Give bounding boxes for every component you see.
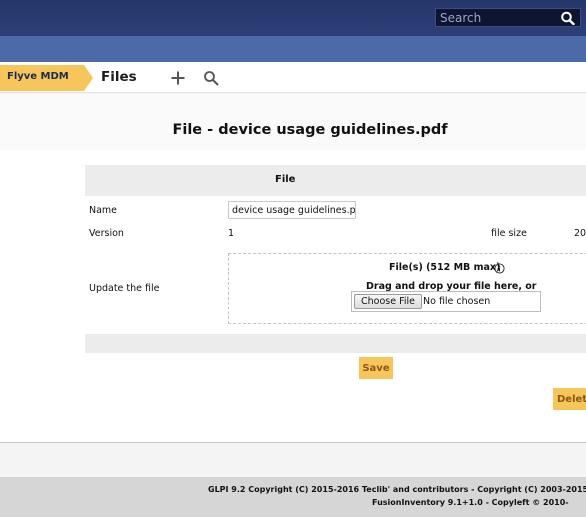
file-dropzone[interactable]: File(s) (512 MB max) Drag and drop your …	[228, 253, 586, 324]
version-value: 1	[228, 228, 235, 239]
global-search	[435, 8, 581, 27]
file-input[interactable]: Choose File No file chosen	[351, 291, 541, 312]
update-file-label: Update the file	[89, 283, 160, 294]
form-footer-bar	[85, 334, 586, 353]
add-icon[interactable]	[170, 70, 186, 86]
form-section-title: File	[275, 174, 296, 185]
footer: GLPI 9.2 Copyright (C) 2015-2016 Teclib'…	[0, 477, 586, 517]
page-title: File - device usage guidelines.pdf	[172, 122, 448, 138]
dropzone-title: File(s) (512 MB max)	[389, 262, 501, 273]
save-button[interactable]: Save	[359, 357, 393, 379]
copyright-fusioninventory[interactable]: FusionInventory 9.1+1.0 - Copyleft © 201…	[372, 498, 569, 507]
menu-bar	[0, 36, 586, 62]
name-field[interactable]	[228, 201, 356, 219]
search-icon[interactable]	[203, 70, 219, 86]
name-label: Name	[89, 205, 118, 216]
choose-file-button[interactable]: Choose File	[354, 294, 422, 309]
breadcrumb: Flyve MDM Files	[0, 62, 586, 93]
search-icon[interactable]	[560, 11, 576, 25]
filesize-value: 20	[574, 228, 586, 239]
top-bar	[0, 0, 586, 36]
version-label: Version	[89, 228, 124, 239]
breadcrumb-home[interactable]: Flyve MDM	[0, 65, 94, 91]
form-section-header: File	[85, 165, 586, 196]
info-icon[interactable]	[494, 263, 505, 274]
delete-button[interactable]: Delete	[553, 388, 586, 410]
page-header: File - device usage guidelines.pdf	[0, 94, 586, 150]
copyright-glpi[interactable]: GLPI 9.2 Copyright (C) 2015-2016 Teclib'…	[208, 485, 586, 494]
no-file-chosen-text: No file chosen	[423, 296, 491, 307]
search-input[interactable]	[436, 9, 556, 26]
breadcrumb-home-label: Flyve MDM	[7, 71, 69, 82]
breadcrumb-current[interactable]: Files	[101, 69, 137, 85]
filesize-label: file size	[491, 228, 527, 239]
file-form: File Name Version 1 file size 20 Update …	[0, 150, 586, 443]
